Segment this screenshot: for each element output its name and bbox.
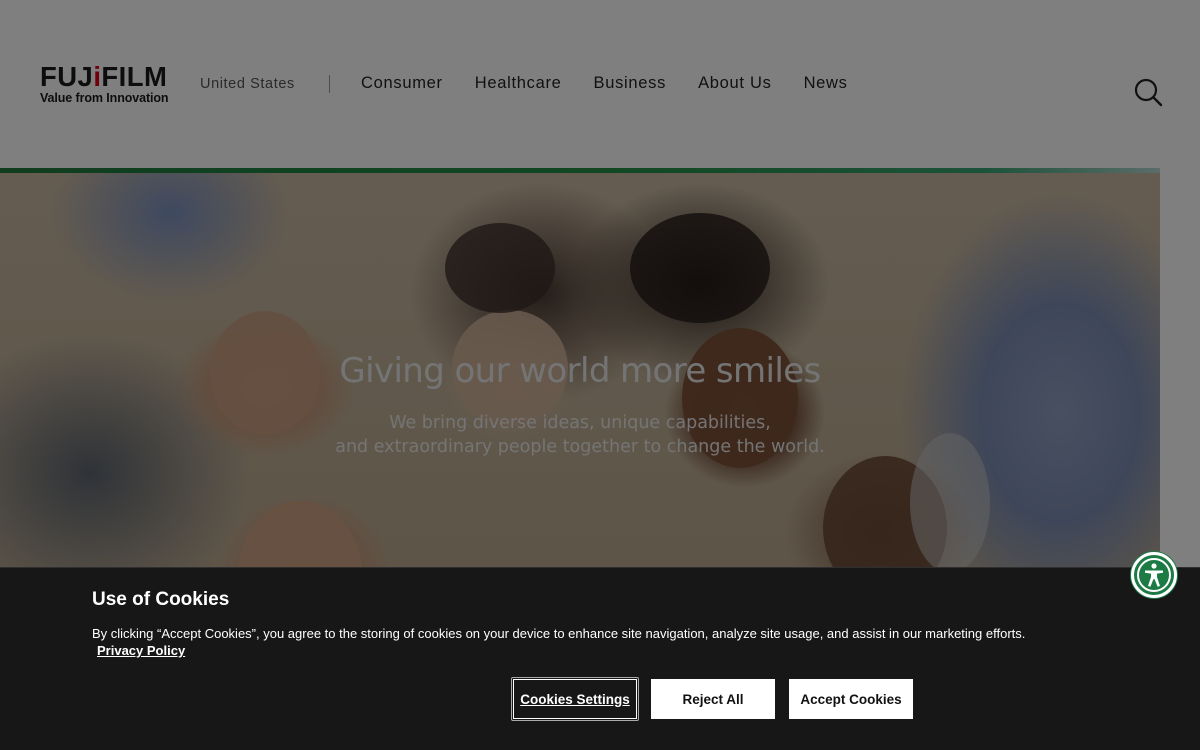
privacy-policy-link[interactable]: Privacy Policy	[97, 643, 185, 658]
cookies-settings-button[interactable]: Cookies Settings	[511, 677, 639, 721]
accept-cookies-button[interactable]: Accept Cookies	[789, 679, 913, 719]
cookie-title: Use of Cookies	[92, 589, 230, 610]
accessibility-icon[interactable]	[1131, 552, 1177, 598]
reject-all-button[interactable]: Reject All	[651, 679, 775, 719]
cookie-banner: Use of Cookies By clicking “Accept Cooki…	[0, 567, 1200, 750]
cookie-description: By clicking “Accept Cookies”, you agree …	[92, 626, 1026, 641]
